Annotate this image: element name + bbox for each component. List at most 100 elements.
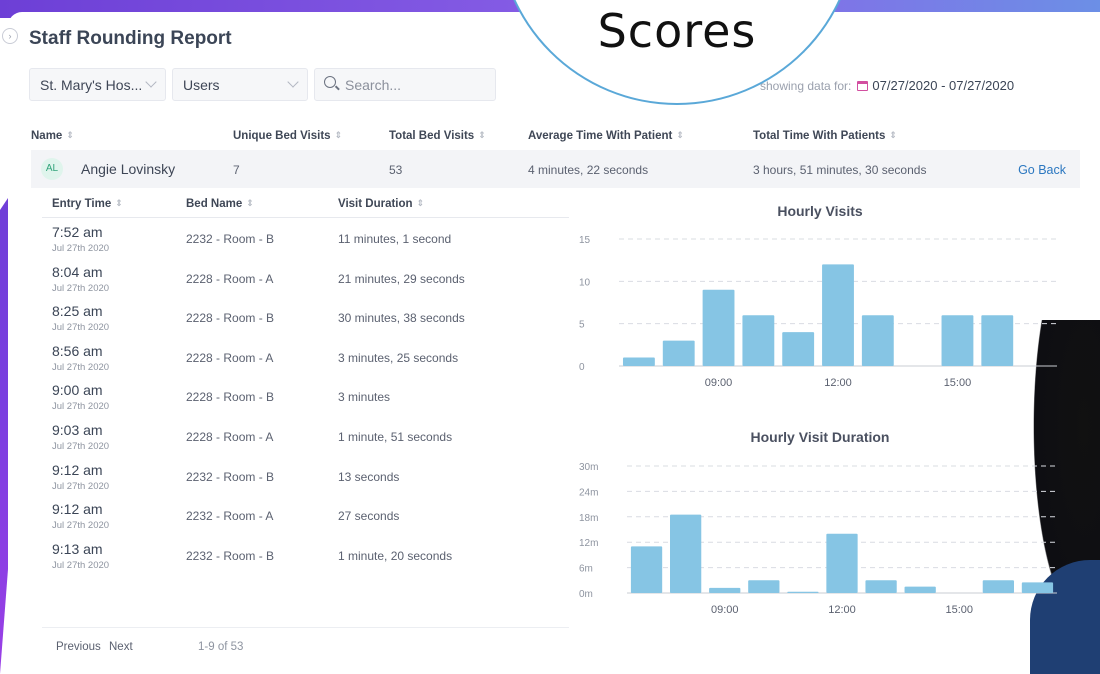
entry-date: Jul 27th 2020 xyxy=(52,361,110,373)
bed-name: 2232 - Room - B xyxy=(186,548,275,563)
table-row[interactable]: 9:00 am Jul 27th 2020 2228 - Room - B 3 min… xyxy=(42,382,569,421)
visit-duration: 27 seconds xyxy=(338,509,400,524)
entry-time: 8:25 am xyxy=(52,303,103,320)
search-box[interactable] xyxy=(314,68,496,101)
column-header-visit-duration-label: Visit Duration xyxy=(338,198,413,210)
hourly-visits-title: Hourly Visits xyxy=(777,203,863,219)
entry-time: 9:00 am xyxy=(52,382,103,399)
calendar-icon xyxy=(857,81,869,91)
bar xyxy=(981,315,1014,366)
column-header-total-bed-visits-label: Total Bed Visits xyxy=(389,130,475,142)
y-tick-label: 5 xyxy=(579,320,585,331)
column-header-avg-time[interactable]: Average Time With Patient ⇕ xyxy=(528,130,684,142)
y-tick-label: 10 xyxy=(579,277,591,288)
bar xyxy=(702,289,735,366)
column-header-unique-bed-visits-label: Unique Bed Visits xyxy=(233,130,331,142)
bar xyxy=(622,357,655,366)
visit-duration: 21 minutes, 29 seconds xyxy=(338,271,465,286)
sort-icon: ⇕ xyxy=(478,130,486,140)
table-row[interactable]: 8:25 am Jul 27th 2020 2228 - Room - B 30 mi… xyxy=(42,303,569,342)
table-row[interactable]: 9:12 am Jul 27th 2020 2232 - Room - A 27 se… xyxy=(42,501,569,540)
bar xyxy=(865,580,897,593)
column-header-entry-time[interactable]: Entry Time ⇕ xyxy=(52,198,123,210)
column-header-name[interactable]: Name ⇕ xyxy=(31,130,74,142)
bar xyxy=(630,546,663,593)
column-header-total-time-label: Total Time With Patients xyxy=(753,130,886,142)
visit-duration: 30 minutes, 38 seconds xyxy=(338,311,465,326)
sort-icon: ⇕ xyxy=(416,198,425,208)
entry-time: 8:56 am xyxy=(52,342,103,359)
column-header-avg-time-label: Average Time With Patient xyxy=(528,130,673,142)
avatar: AL xyxy=(41,158,63,180)
y-tick-label: 0 xyxy=(579,362,585,373)
sort-icon: ⇕ xyxy=(66,130,74,140)
table-row[interactable]: 7:52 am Jul 27th 2020 2232 - Room - B 11 mi… xyxy=(42,224,569,263)
search-input[interactable] xyxy=(345,75,485,95)
collapse-sidebar-icon[interactable]: › xyxy=(2,28,18,44)
visit-duration: 3 minutes, 25 seconds xyxy=(338,350,459,365)
bar xyxy=(709,587,741,593)
column-header-total-bed-visits[interactable]: Total Bed Visits ⇕ xyxy=(389,130,486,142)
column-header-visit-duration[interactable]: Visit Duration ⇕ xyxy=(338,198,424,210)
column-header-entry-time-label: Entry Time xyxy=(52,198,112,210)
x-tick-label: 15:00 xyxy=(944,377,972,389)
bed-name: 2228 - Room - A xyxy=(186,430,274,444)
x-tick-label: 12:00 xyxy=(828,604,856,616)
date-range-display[interactable]: showing data for: 07/27/2020 - 07/27/2020 xyxy=(760,78,1014,93)
y-tick-label: 24m xyxy=(579,487,598,498)
hospital-select[interactable]: St. Mary's Hos... xyxy=(29,68,166,101)
sort-icon: ⇕ xyxy=(676,130,684,140)
y-tick-label: 30m xyxy=(579,462,598,473)
unique-bed-visits-value: 7 xyxy=(233,163,240,177)
table-row[interactable]: 8:56 am Jul 27th 2020 2228 - Room - A 3 min… xyxy=(42,343,569,382)
avg-time-value: 4 minutes, 22 seconds xyxy=(528,163,649,177)
visit-duration: 1 minute, 51 seconds xyxy=(338,430,453,444)
column-header-bed-name[interactable]: Bed Name ⇕ xyxy=(186,198,254,210)
users-select[interactable]: Users xyxy=(172,68,308,101)
date-range-value: 07/27/2020 - 07/27/2020 xyxy=(872,78,1015,93)
hourly-visit-duration-title: Hourly Visit Duration xyxy=(750,429,890,445)
entry-date: Jul 27th 2020 xyxy=(52,520,110,532)
sort-icon: ⇕ xyxy=(334,130,343,140)
table-row[interactable]: 9:13 am Jul 27th 2020 2232 - Room - B 1 min… xyxy=(42,541,569,580)
entry-date: Jul 27th 2020 xyxy=(52,559,110,571)
hospital-select-value: St. Mary's Hos... xyxy=(40,77,143,93)
table-row[interactable]: 8:04 am Jul 27th 2020 2228 - Room - A 21 mi… xyxy=(42,264,569,303)
column-header-bed-name-label: Bed Name xyxy=(186,198,243,210)
entry-time: 9:12 am xyxy=(52,501,103,518)
next-page-button[interactable]: Next xyxy=(109,641,133,653)
column-header-unique-bed-visits[interactable]: Unique Bed Visits ⇕ xyxy=(233,130,342,142)
table-row[interactable]: 9:12 am Jul 27th 2020 2232 - Room - B 13 se… xyxy=(42,462,569,501)
y-tick-label: 12m xyxy=(579,538,598,549)
bar xyxy=(742,315,775,366)
x-tick-label: 12:00 xyxy=(824,377,852,389)
table-row[interactable]: 9:03 am Jul 27th 2020 2228 - Room - A 1 min… xyxy=(42,422,569,461)
entry-date: Jul 27th 2020 xyxy=(52,480,110,492)
scores-circle-text: Scores xyxy=(597,4,757,58)
column-header-total-time[interactable]: Total Time With Patients ⇕ xyxy=(753,130,897,142)
bed-name: 2228 - Room - B xyxy=(186,311,275,326)
bar xyxy=(861,315,894,366)
bar xyxy=(782,332,815,366)
entry-date: Jul 27th 2020 xyxy=(52,322,110,334)
entry-date: Jul 27th 2020 xyxy=(52,243,110,254)
divider xyxy=(42,627,569,628)
entry-date: Jul 27th 2020 xyxy=(52,282,110,294)
entry-time: 9:13 am xyxy=(52,540,103,557)
previous-page-button[interactable]: Previous xyxy=(56,641,101,653)
bed-name: 2228 - Room - B xyxy=(186,390,275,405)
bar xyxy=(941,315,974,366)
x-tick-label: 15:00 xyxy=(946,604,974,616)
bed-name: 2228 - Room - A xyxy=(186,350,274,365)
bed-name: 2232 - Room - B xyxy=(186,469,275,484)
showing-label: showing data for: xyxy=(760,79,852,93)
entry-time: 9:12 am xyxy=(52,461,103,478)
bar xyxy=(662,340,695,366)
visit-duration: 13 seconds xyxy=(338,469,400,484)
table-row-user[interactable]: AL Angie Lovinsky 7 53 4 minutes, 22 sec… xyxy=(31,150,1080,188)
x-tick-label: 09:00 xyxy=(711,604,739,616)
chevron-down-icon xyxy=(287,76,299,88)
go-back-link[interactable]: Go Back xyxy=(1018,163,1066,177)
bar xyxy=(1021,582,1054,593)
bar xyxy=(748,580,780,593)
